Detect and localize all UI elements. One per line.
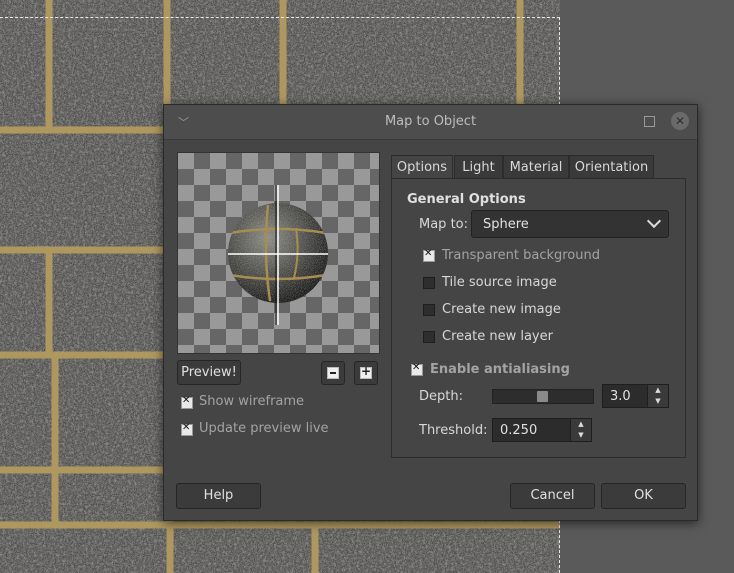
general-options-heading: General Options — [407, 192, 526, 207]
threshold-decrement-icon[interactable]: ▼ — [570, 430, 591, 441]
map-to-label: Map to: — [419, 217, 468, 232]
depth-slider[interactable] — [492, 389, 594, 404]
depth-slider-thumb[interactable] — [537, 391, 548, 402]
cancel-button[interactable]: Cancel — [510, 483, 595, 509]
tab-material[interactable]: Material — [503, 155, 569, 179]
create-new-image-label[interactable]: Create new image — [442, 302, 561, 317]
show-wireframe-label[interactable]: Show wireframe — [199, 394, 304, 409]
map-to-dropdown[interactable]: Sphere — [471, 210, 669, 238]
preview-area — [177, 152, 380, 354]
zoom-in-icon — [360, 364, 372, 379]
dialog-title: Map to Object — [384, 114, 477, 129]
threshold-value[interactable]: 0.250 — [500, 423, 537, 438]
depth-spinbox[interactable]: 3.0 ▲ ▼ — [602, 384, 669, 408]
preview-button[interactable]: Preview! — [177, 360, 241, 385]
maximize-icon[interactable] — [644, 116, 655, 127]
dialog-titlebar[interactable]: ﹀ Map to Object ✕ — [164, 105, 697, 140]
depth-label: Depth: — [419, 389, 463, 404]
transparent-background-checkbox[interactable] — [423, 248, 435, 262]
threshold-label: Threshold: — [419, 423, 488, 438]
tab-options[interactable]: Options — [391, 155, 453, 179]
show-wireframe-checkbox[interactable] — [181, 395, 193, 409]
update-preview-live-label[interactable]: Update preview live — [199, 421, 329, 436]
depth-decrement-icon[interactable]: ▼ — [647, 396, 668, 407]
map-to-object-dialog: ﹀ Map to Object ✕ Preview! + ✕ Show wire… — [163, 104, 698, 521]
sphere-preview — [228, 185, 328, 325]
chevron-down-icon — [646, 213, 662, 229]
map-to-value: Sphere — [483, 217, 529, 232]
transparent-background-label[interactable]: Transparent background — [442, 248, 600, 263]
help-button[interactable]: Help — [176, 483, 261, 509]
enable-antialiasing-label[interactable]: Enable antialiasing — [430, 362, 570, 377]
create-new-image-checkbox[interactable] — [423, 304, 435, 316]
update-preview-live-checkbox[interactable] — [181, 422, 193, 436]
zoom-in-button[interactable] — [354, 361, 378, 385]
depth-value[interactable]: 3.0 — [610, 389, 631, 404]
close-icon[interactable]: ✕ — [671, 112, 689, 130]
threshold-spinbox[interactable]: 0.250 ▲ ▼ — [492, 418, 592, 442]
ok-button[interactable]: OK — [601, 483, 686, 509]
create-new-layer-label[interactable]: Create new layer — [442, 329, 553, 344]
zoom-out-icon — [327, 367, 339, 379]
tile-source-image-checkbox[interactable] — [423, 277, 435, 289]
create-new-layer-checkbox[interactable] — [423, 331, 435, 343]
enable-antialiasing-checkbox[interactable] — [411, 362, 423, 376]
tab-orientation[interactable]: Orientation — [569, 155, 654, 179]
tab-light[interactable]: Light — [454, 155, 503, 179]
tile-source-image-label[interactable]: Tile source image — [442, 275, 557, 290]
zoom-out-button[interactable] — [321, 361, 345, 385]
